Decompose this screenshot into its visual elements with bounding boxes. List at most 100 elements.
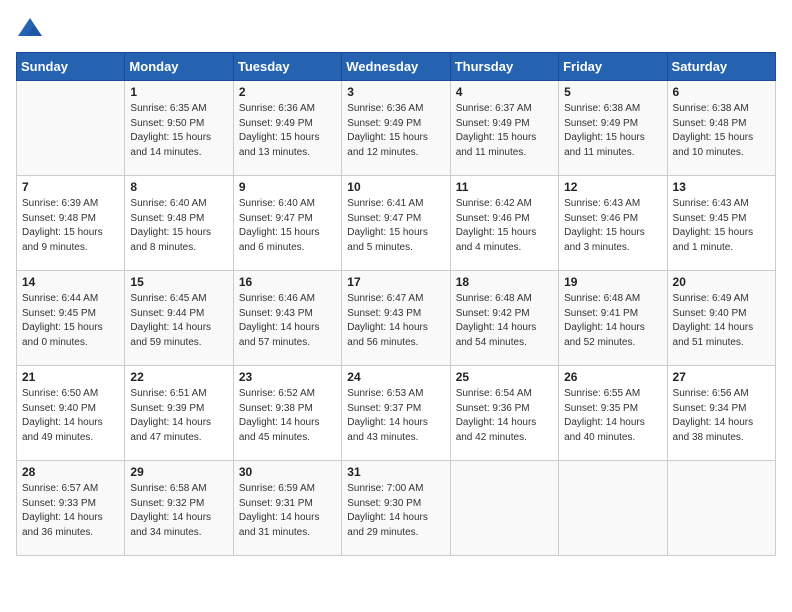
daylight-text-2: and 38 minutes. <box>673 432 744 443</box>
day-number: 10 <box>347 180 444 194</box>
day-number: 9 <box>239 180 336 194</box>
calendar-cell: 13Sunrise: 6:43 AMSunset: 9:45 PMDayligh… <box>667 176 775 271</box>
sunset-text: Sunset: 9:50 PM <box>130 118 204 129</box>
daylight-text: Daylight: 15 hours <box>22 227 103 238</box>
sunrise-text: Sunrise: 6:43 AM <box>564 198 640 209</box>
day-header-sunday: Sunday <box>17 53 125 81</box>
sunrise-text: Sunrise: 6:36 AM <box>239 103 315 114</box>
sunrise-text: Sunrise: 6:48 AM <box>564 293 640 304</box>
calendar-cell: 19Sunrise: 6:48 AMSunset: 9:41 PMDayligh… <box>559 271 667 366</box>
daylight-text: Daylight: 15 hours <box>347 132 428 143</box>
sunrise-text: Sunrise: 6:42 AM <box>456 198 532 209</box>
calendar-cell: 8Sunrise: 6:40 AMSunset: 9:48 PMDaylight… <box>125 176 233 271</box>
daylight-text-2: and 57 minutes. <box>239 337 310 348</box>
sunset-text: Sunset: 9:33 PM <box>22 498 96 509</box>
day-number: 5 <box>564 85 661 99</box>
daylight-text-2: and 6 minutes. <box>239 242 305 253</box>
day-info: Sunrise: 6:38 AMSunset: 9:49 PMDaylight:… <box>564 102 661 160</box>
day-info: Sunrise: 6:47 AMSunset: 9:43 PMDaylight:… <box>347 292 444 350</box>
logo-icon <box>16 16 44 44</box>
day-number: 17 <box>347 275 444 289</box>
sunset-text: Sunset: 9:46 PM <box>456 213 530 224</box>
day-info: Sunrise: 6:36 AMSunset: 9:49 PMDaylight:… <box>347 102 444 160</box>
sunrise-text: Sunrise: 6:57 AM <box>22 483 98 494</box>
calendar-week-1: 1Sunrise: 6:35 AMSunset: 9:50 PMDaylight… <box>17 81 776 176</box>
daylight-text-2: and 5 minutes. <box>347 242 413 253</box>
day-number: 6 <box>673 85 770 99</box>
daylight-text: Daylight: 14 hours <box>347 322 428 333</box>
day-header-thursday: Thursday <box>450 53 558 81</box>
day-number: 11 <box>456 180 553 194</box>
calendar-header-row: SundayMondayTuesdayWednesdayThursdayFrid… <box>17 53 776 81</box>
day-info: Sunrise: 6:39 AMSunset: 9:48 PMDaylight:… <box>22 197 119 255</box>
calendar-cell: 28Sunrise: 6:57 AMSunset: 9:33 PMDayligh… <box>17 461 125 556</box>
daylight-text: Daylight: 14 hours <box>347 512 428 523</box>
day-number: 18 <box>456 275 553 289</box>
sunset-text: Sunset: 9:35 PM <box>564 403 638 414</box>
day-info: Sunrise: 6:50 AMSunset: 9:40 PMDaylight:… <box>22 387 119 445</box>
day-number: 25 <box>456 370 553 384</box>
calendar-cell: 10Sunrise: 6:41 AMSunset: 9:47 PMDayligh… <box>342 176 450 271</box>
daylight-text: Daylight: 15 hours <box>456 227 537 238</box>
calendar-cell <box>559 461 667 556</box>
calendar-cell: 24 Sunrise: 6:53 AMSunset: 9:37 PMDayligh… <box>342 366 450 461</box>
day-number: 13 <box>673 180 770 194</box>
sunrise-text: Sunrise: 6:49 AM <box>673 293 749 304</box>
daylight-text: Daylight: 14 hours <box>564 322 645 333</box>
sunrise-text: Sunrise: 6:50 AM <box>22 388 98 399</box>
calendar-cell: 18Sunrise: 6:48 AMSunset: 9:42 PMDayligh… <box>450 271 558 366</box>
day-number: 4 <box>456 85 553 99</box>
day-info: Sunrise: 6:54 AMSunset: 9:36 PMDaylight:… <box>456 387 553 445</box>
daylight-text: Daylight: 14 hours <box>564 417 645 428</box>
day-info: Sunrise: 6:42 AM Sunset: 9:46 PM Daylight:… <box>456 197 553 255</box>
sunset-text: Sunset: 9:43 PM <box>347 308 421 319</box>
daylight-text: Daylight: 14 hours <box>239 417 320 428</box>
day-number: 30 <box>239 465 336 479</box>
sunset-text: Sunset: 9:49 PM <box>564 118 638 129</box>
logo <box>16 16 46 44</box>
day-number: 22 <box>130 370 227 384</box>
day-info: Sunrise: 6:49 AMSunset: 9:40 PMDaylight:… <box>673 292 770 350</box>
daylight-text: Daylight: 15 hours <box>564 227 645 238</box>
calendar-week-4: 21Sunrise: 6:50 AMSunset: 9:40 PMDayligh… <box>17 366 776 461</box>
daylight-text: Daylight: 14 hours <box>347 417 428 428</box>
calendar-table: SundayMondayTuesdayWednesdayThursdayFrid… <box>16 52 776 556</box>
sunset-text: Sunset: 9:48 PM <box>22 213 96 224</box>
sunrise-text: Sunrise: 6:54 AM <box>456 388 532 399</box>
sunrise-text: Sunrise: 6:41 AM <box>347 198 423 209</box>
day-info: Sunrise: 6:51 AMSunset: 9:39 PMDaylight:… <box>130 387 227 445</box>
daylight-text-2: and 11 minutes. <box>564 147 634 158</box>
sunrise-text: Sunrise: 6:43 AM <box>673 198 749 209</box>
day-info: Sunrise: 7:00 AMSunset: 9:30 PMDaylight:… <box>347 482 444 540</box>
calendar-cell: 29Sunrise: 6:58 AMSunset: 9:32 PMDayligh… <box>125 461 233 556</box>
calendar-cell: 15Sunrise: 6:45 AMSunset: 9:44 PMDayligh… <box>125 271 233 366</box>
sunrise-text: Sunrise: 6:35 AM <box>130 103 206 114</box>
calendar-cell <box>667 461 775 556</box>
daylight-text-2: and 42 minutes. <box>456 432 527 443</box>
daylight-text: Daylight: 14 hours <box>239 322 320 333</box>
daylight-text-2: and 34 minutes. <box>130 527 201 538</box>
daylight-text-2: and 11 minutes. <box>456 147 526 158</box>
calendar-cell: 12Sunrise: 6:43 AMSunset: 9:46 PMDayligh… <box>559 176 667 271</box>
calendar-cell: 25 Sunrise: 6:54 AMSunset: 9:36 PMDayligh… <box>450 366 558 461</box>
sunset-text: Sunset: 9:46 PM <box>564 213 638 224</box>
daylight-text-2: and 31 minutes. <box>239 527 310 538</box>
daylight-text-2: and 10 minutes. <box>673 147 744 158</box>
sunset-text: Sunset: 9:41 PM <box>564 308 638 319</box>
day-number: 31 <box>347 465 444 479</box>
calendar-cell <box>450 461 558 556</box>
sunrise-text: Sunrise: 6:46 AM <box>239 293 315 304</box>
sunset-text: Sunset: 9:49 PM <box>239 118 313 129</box>
day-number: 24 <box>347 370 444 384</box>
daylight-text-2: and 51 minutes. <box>673 337 744 348</box>
day-info: Sunrise: 6:40 AMSunset: 9:48 PMDaylight:… <box>130 197 227 255</box>
sunset-text: Sunset: 9:40 PM <box>673 308 747 319</box>
calendar-cell: 5 Sunrise: 6:38 AMSunset: 9:49 PMDaylight… <box>559 81 667 176</box>
day-info: Sunrise: 6:53 AMSunset: 9:37 PMDaylight:… <box>347 387 444 445</box>
sunrise-text: Sunrise: 6:55 AM <box>564 388 640 399</box>
sunrise-text: Sunrise: 6:37 AM <box>456 103 532 114</box>
daylight-text: Daylight: 15 hours <box>130 132 211 143</box>
daylight-text: Daylight: 15 hours <box>130 227 211 238</box>
day-number: 26 <box>564 370 661 384</box>
daylight-text-2: and 52 minutes. <box>564 337 635 348</box>
